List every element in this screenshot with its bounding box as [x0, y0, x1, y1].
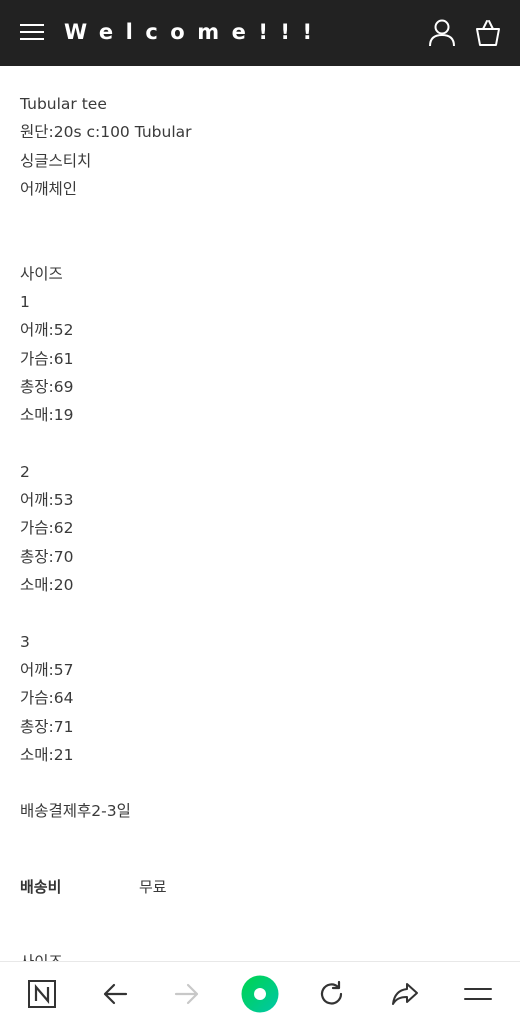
size-chest: 가슴:64 [20, 689, 74, 708]
size-shoulder: 어깨:53 [20, 491, 74, 510]
site-title[interactable]: Welcome!!! [64, 17, 325, 47]
browser-toolbar [0, 961, 520, 1024]
size-chest: 가슴:61 [20, 349, 74, 368]
hamburger-menu-icon[interactable] [20, 22, 44, 42]
product-name: Tubular tee [20, 95, 107, 113]
stitch-info: 싱글스티치 [20, 151, 92, 170]
product-description: Tubular tee 원단:20s c:100 Tubular 싱글스티치 어… [20, 90, 500, 826]
size-label: 2 [20, 462, 30, 481]
size-length: 총장:71 [20, 717, 74, 736]
green-dot-icon[interactable] [234, 962, 286, 1024]
size-shoulder: 어깨:57 [20, 660, 74, 679]
size-sleeve: 소매:20 [20, 576, 74, 595]
size-length: 총장:70 [20, 547, 74, 566]
size-heading: 사이즈 [20, 264, 63, 283]
shipping-fee-value: 무료 [139, 878, 167, 896]
size-label: 3 [20, 632, 30, 651]
size-length: 총장:69 [20, 377, 74, 396]
share-icon[interactable] [379, 962, 431, 1024]
shipping-fee-row: 배송비 무료 [20, 876, 167, 900]
forward-arrow-icon[interactable] [161, 962, 213, 1024]
shipping-fee-label: 배송비 [20, 878, 62, 896]
delivery-note: 배송결제후2-3일 [20, 802, 131, 821]
shoulder-chain-info: 어깨체인 [20, 179, 78, 198]
size-chest: 가슴:62 [20, 519, 74, 538]
back-arrow-icon[interactable] [89, 962, 141, 1024]
naver-home-icon[interactable] [16, 962, 68, 1024]
size-label: 1 [20, 293, 30, 312]
menu-icon[interactable] [452, 962, 504, 1024]
user-icon[interactable] [428, 18, 456, 48]
site-header: Welcome!!! [0, 0, 520, 66]
fabric-info: 원단:20s c:100 Tubular [20, 123, 192, 142]
shopping-bag-icon[interactable] [474, 18, 502, 48]
size-shoulder: 어깨:52 [20, 321, 74, 340]
reload-icon[interactable] [306, 962, 358, 1024]
size-sleeve: 소매:19 [20, 406, 74, 425]
size-sleeve: 소매:21 [20, 745, 74, 764]
